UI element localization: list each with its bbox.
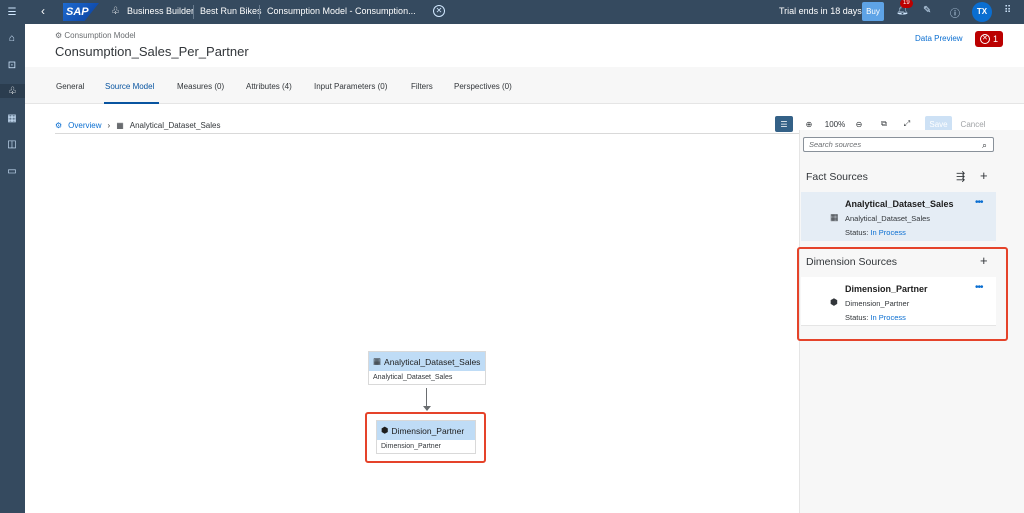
home-icon[interactable]: ⌂	[5, 31, 19, 45]
search-placeholder: Search sources	[809, 140, 862, 149]
error-icon: ✕	[979, 34, 990, 44]
more-icon[interactable]: •••	[975, 197, 983, 208]
fact-sources-title: Fact Sources	[806, 171, 868, 183]
tab-attributes[interactable]: Attributes (4)	[246, 82, 292, 91]
close-icon[interactable]: ✕	[433, 5, 445, 17]
data-preview-link[interactable]: Data Preview	[915, 34, 963, 43]
divider	[55, 133, 820, 134]
sources-panel: Search sources ⌕ Fact Sources ⇶ + ▦ Anal…	[797, 130, 1024, 513]
tab-filters[interactable]: Filters	[411, 82, 433, 91]
business-builder-icon: ♧	[111, 6, 120, 17]
divider	[193, 5, 194, 19]
add-fact-source-icon[interactable]: +	[980, 168, 988, 183]
fact-source-status: Status: In Process	[845, 228, 906, 237]
breadcrumb-business-builder[interactable]: Business Builder	[127, 6, 194, 16]
status-label: Status:	[845, 228, 869, 237]
product-switch-icon[interactable]: ⠿	[1004, 5, 1011, 16]
business-builder-icon[interactable]: ♧	[0, 84, 25, 98]
fact-source-name: Analytical_Dataset_Sales	[845, 199, 954, 209]
divider	[259, 5, 260, 19]
tab-input-parameters[interactable]: Input Parameters (0)	[314, 82, 387, 91]
association-edge	[426, 388, 427, 408]
fact-source-technical-name: Analytical_Dataset_Sales	[845, 214, 931, 223]
object-type: ⚙︎ Consumption Model	[55, 31, 136, 40]
search-input[interactable]: Search sources ⌕	[803, 137, 994, 152]
node-subtitle: Analytical_Dataset_Sales	[373, 374, 453, 381]
model-canvas[interactable]: ⚙︎ Overview › ▦ Analytical_Dataset_Sales…	[25, 104, 985, 513]
sap-logo[interactable]: SAP	[63, 3, 99, 21]
breadcrumb-current-model: Consumption Model - Consumption...	[267, 6, 416, 16]
menu-icon[interactable]: ☰	[5, 5, 19, 19]
feedback-icon[interactable]: ✎	[923, 5, 931, 16]
fact-source-node[interactable]: ▦ Analytical_Dataset_Sales Analytical_Dat…	[368, 351, 486, 385]
highlight-frame	[797, 247, 1008, 341]
arrow-down-icon	[423, 406, 431, 411]
avatar[interactable]: TX	[972, 2, 992, 22]
overview-link[interactable]: Overview	[68, 121, 101, 130]
model-icon: ⚙︎	[55, 31, 63, 40]
list-view-button[interactable]: ☰	[775, 116, 793, 132]
highlight-frame	[365, 412, 486, 463]
trial-text: Trial ends in 18 days	[779, 6, 862, 16]
tab-source-model[interactable]: Source Model	[105, 82, 154, 91]
breadcrumb-space[interactable]: Best Run Bikes	[200, 6, 262, 16]
object-type-label: Consumption Model	[64, 31, 136, 40]
data-explorer-icon[interactable]: ⊡	[5, 58, 19, 72]
back-icon[interactable]: ‹	[41, 4, 45, 18]
tab-perspectives[interactable]: Perspectives (0)	[454, 82, 512, 91]
tab-general[interactable]: General	[56, 82, 84, 91]
search-icon[interactable]: ⌕	[982, 139, 987, 152]
canvas-breadcrumb: ⚙︎ Overview › ▦ Analytical_Dataset_Sales	[55, 118, 220, 132]
add-association-icon[interactable]: ⇶	[956, 170, 965, 183]
chevron-right-icon: ›	[107, 120, 111, 130]
tab-measures[interactable]: Measures (0)	[177, 82, 224, 91]
help-icon[interactable]: ⓘ	[950, 5, 960, 20]
monitor-icon[interactable]: ▭	[5, 164, 19, 178]
tab-bar: General Source Model Measures (0) Attrib…	[25, 67, 1024, 104]
data-builder-icon[interactable]: ▦	[5, 111, 19, 125]
object-header: ⚙︎ Consumption Model Consumption_Sales_P…	[25, 24, 1024, 67]
notifications-badge: 19	[900, 0, 913, 8]
error-button[interactable]: ✕ 1	[975, 31, 1003, 47]
security-icon[interactable]: ◫	[5, 137, 19, 151]
table-icon: ▦	[830, 212, 839, 222]
current-source-label: Analytical_Dataset_Sales	[129, 120, 221, 130]
status-value: In Process	[870, 228, 906, 237]
node-title: Analytical_Dataset_Sales	[384, 356, 481, 367]
buy-button[interactable]: Buy	[862, 2, 884, 21]
page-title: Consumption_Sales_Per_Partner	[55, 44, 249, 59]
table-icon: ▦	[373, 356, 382, 366]
fact-source-card[interactable]: ▦ Analytical_Dataset_Sales Analytical_Da…	[801, 192, 996, 241]
shell-bar: ‹ SAP ♧ Business Builder Best Run Bikes …	[25, 0, 1024, 24]
table-icon: ▦	[116, 120, 124, 130]
error-count: 1	[992, 34, 998, 44]
side-navigation: ☰ ⌂ ⊡ ♧ ▦ ◫ ▭	[0, 0, 25, 513]
overview-icon: ⚙︎	[55, 120, 63, 130]
